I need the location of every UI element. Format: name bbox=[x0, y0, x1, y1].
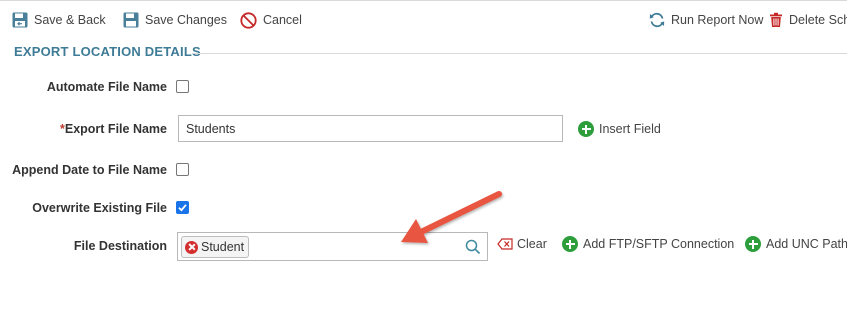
cancel-icon bbox=[240, 11, 257, 29]
section-title: EXPORT LOCATION DETAILS bbox=[14, 44, 201, 59]
append-date-label: Append Date to File Name bbox=[12, 163, 167, 177]
delete-schedule-button[interactable]: Delete Sche bbox=[769, 10, 847, 30]
save-and-back-label: Save & Back bbox=[34, 13, 106, 27]
run-report-now-label: Run Report Now bbox=[671, 13, 764, 27]
top-divider bbox=[0, 0, 847, 1]
automate-file-name-label: Automate File Name bbox=[46, 80, 167, 94]
clear-label: Clear bbox=[517, 237, 547, 251]
destination-tag-label: Student bbox=[201, 240, 245, 254]
run-report-now-button[interactable]: Run Report Now bbox=[649, 10, 763, 30]
save-changes-button[interactable]: Save Changes bbox=[123, 10, 227, 30]
append-date-checkbox[interactable] bbox=[176, 163, 189, 176]
save-changes-label: Save Changes bbox=[145, 13, 228, 27]
section-divider bbox=[193, 53, 847, 54]
checkmark-icon bbox=[178, 204, 187, 212]
annotation-arrow bbox=[401, 191, 502, 243]
save-icon bbox=[123, 12, 139, 28]
insert-field-label: Insert Field bbox=[599, 122, 661, 136]
cancel-label: Cancel bbox=[263, 13, 302, 27]
add-circle-icon bbox=[745, 236, 761, 252]
refresh-icon bbox=[649, 12, 665, 28]
export-file-name-label: *Export File Name bbox=[60, 122, 167, 136]
destination-tag: Student bbox=[181, 236, 250, 258]
export-file-name-input[interactable] bbox=[178, 115, 563, 142]
remove-tag-icon[interactable] bbox=[185, 240, 198, 254]
save-and-back-button[interactable]: Save & Back bbox=[12, 10, 106, 30]
insert-field-button[interactable]: Insert Field bbox=[578, 119, 661, 139]
file-destination-label: File Destination bbox=[73, 239, 167, 253]
cancel-button[interactable]: Cancel bbox=[240, 10, 302, 30]
automate-file-name-checkbox[interactable] bbox=[176, 80, 189, 93]
add-ftp-label: Add FTP/SFTP Connection bbox=[583, 237, 735, 251]
add-unc-path-button[interactable]: Add UNC Path bbox=[745, 234, 847, 254]
trash-icon bbox=[770, 12, 782, 27]
delete-schedule-label: Delete Sche bbox=[789, 13, 847, 27]
add-circle-icon bbox=[578, 121, 594, 137]
overwrite-existing-label: Overwrite Existing File bbox=[32, 201, 167, 215]
add-unc-label: Add UNC Path bbox=[766, 237, 847, 251]
add-circle-icon bbox=[562, 236, 578, 252]
export-file-name-label-text: Export File Name bbox=[64, 122, 167, 136]
save-back-icon bbox=[12, 12, 28, 28]
overwrite-existing-checkbox[interactable] bbox=[176, 201, 189, 214]
add-ftp-connection-button[interactable]: Add FTP/SFTP Connection bbox=[562, 234, 734, 254]
